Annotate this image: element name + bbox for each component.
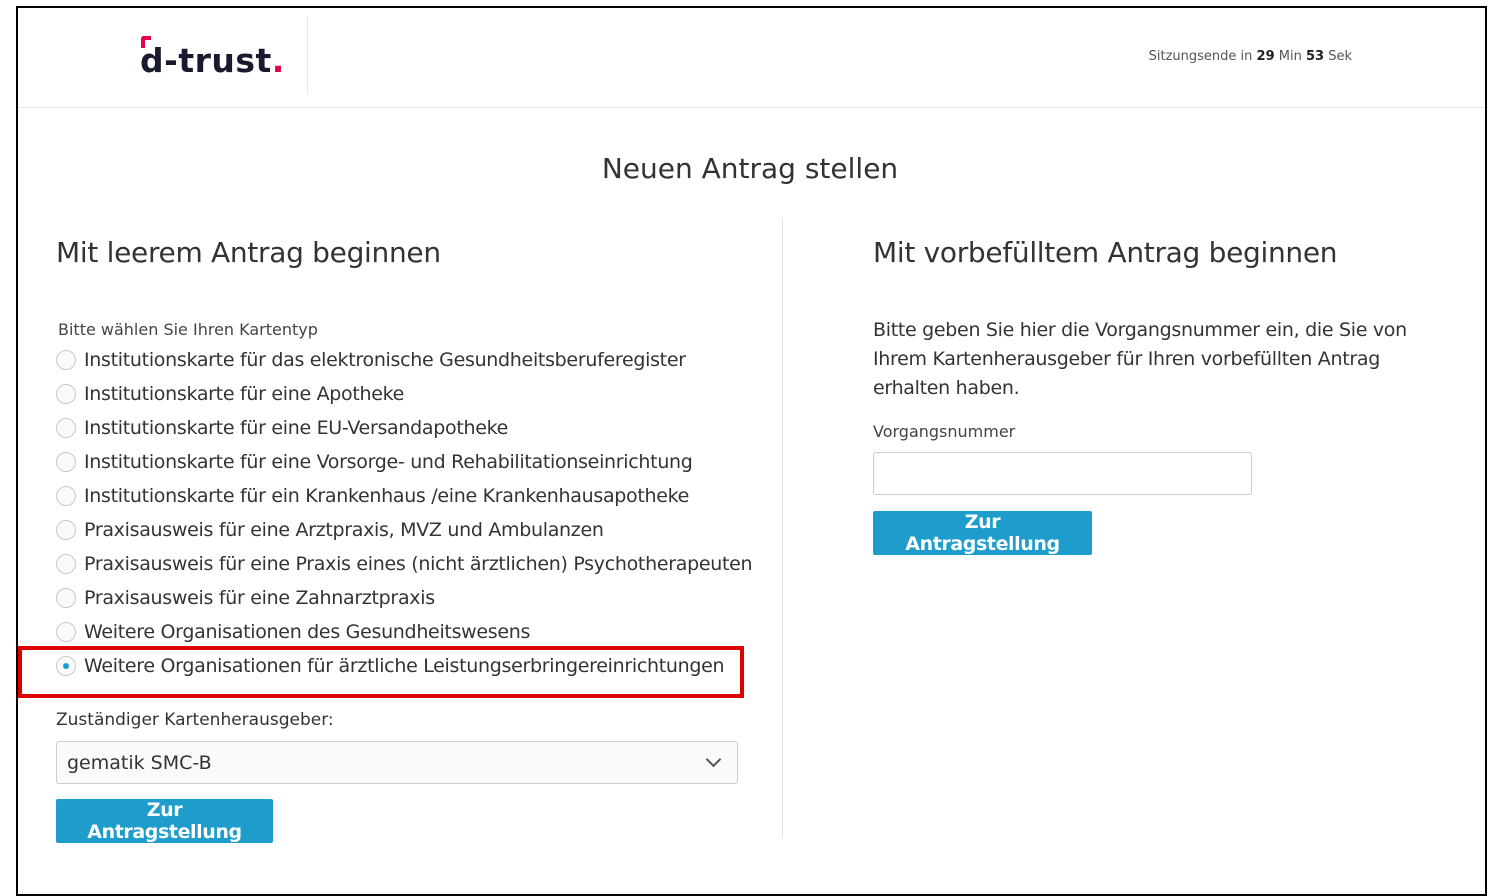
radio-unchecked-icon[interactable]: [56, 350, 76, 370]
prefilled-application-section: Mit vorbefülltem Antrag beginnen Bitte g…: [873, 236, 1443, 555]
card-type-option[interactable]: Institutionskarte für ein Krankenhaus /e…: [56, 479, 752, 513]
issuer-selected-value: gematik SMC-B: [67, 751, 212, 774]
session-timer: Sitzungsende in 29 Min 53 Sek: [1149, 49, 1352, 64]
case-number-label: Vorgangsnummer: [873, 422, 1016, 441]
session-prefix: Sitzungsende in: [1148, 49, 1253, 64]
card-type-options: Institutionskarte für das elektronische …: [56, 343, 753, 683]
start-prefilled-application-button[interactable]: Zur Antragstellung: [873, 511, 1092, 555]
card-type-option-label: Institutionskarte für eine Apotheke: [84, 383, 405, 405]
card-type-option[interactable]: Praxisausweis für eine Arztpraxis, MVZ u…: [56, 513, 752, 547]
logo-area: d-trust.: [18, 16, 308, 94]
card-type-option-label: Weitere Organisationen des Gesundheitswe…: [84, 621, 531, 643]
issuer-select[interactable]: gematik SMC-B: [56, 741, 738, 784]
radio-unchecked-icon[interactable]: [56, 520, 76, 540]
card-type-option[interactable]: Praxisausweis für eine Praxis eines (nic…: [56, 547, 753, 581]
card-type-option-label: Institutionskarte für eine Vorsorge- und…: [84, 451, 693, 473]
card-type-option[interactable]: Institutionskarte für eine EU-Versandapo…: [56, 411, 752, 445]
card-type-option-label: Praxisausweis für eine Praxis eines (nic…: [84, 553, 753, 575]
session-min-label: Min: [1278, 49, 1302, 64]
card-type-option[interactable]: Weitere Organisationen des Gesundheitswe…: [56, 615, 752, 649]
card-type-option[interactable]: Institutionskarte für eine Vorsorge- und…: [56, 445, 752, 479]
session-seconds: 53: [1305, 49, 1325, 64]
issuer-label: Zuständiger Kartenherausgeber:: [56, 710, 334, 730]
card-type-option-label: Praxisausweis für eine Arztpraxis, MVZ u…: [84, 519, 604, 541]
page-frame: d-trust. Sitzungsende in 29 Min 53 Sek N…: [16, 6, 1487, 896]
radio-unchecked-icon[interactable]: [56, 554, 76, 574]
card-type-option-label: Institutionskarte für das elektronische …: [84, 349, 686, 371]
card-type-radio-group: Bitte wählen Sie Ihren Kartentyp Institu…: [56, 320, 753, 683]
card-type-option-label: Institutionskarte für eine EU-Versandapo…: [84, 417, 509, 439]
case-number-input[interactable]: [873, 452, 1252, 495]
d-trust-logo[interactable]: d-trust.: [140, 44, 285, 77]
selection-highlight-box: [18, 646, 744, 698]
session-sec-label: Sek: [1328, 49, 1352, 64]
start-empty-application-button[interactable]: Zur Antragstellung: [56, 799, 273, 843]
card-type-option[interactable]: Institutionskarte für eine Apotheke: [56, 377, 752, 411]
logo-dot: .: [271, 41, 285, 80]
radio-unchecked-icon[interactable]: [56, 622, 76, 642]
radio-unchecked-icon[interactable]: [56, 588, 76, 608]
card-type-option[interactable]: Praxisausweis für eine Zahnarztpraxis: [56, 581, 752, 615]
column-divider: [782, 218, 783, 838]
logo-text: d-trust: [140, 41, 272, 80]
card-type-option-label: Praxisausweis für eine Zahnarztpraxis: [84, 587, 435, 609]
radio-unchecked-icon[interactable]: [56, 418, 76, 438]
empty-application-section: Mit leerem Antrag beginnen Bitte wählen …: [18, 236, 753, 843]
header: d-trust. Sitzungsende in 29 Min 53 Sek: [18, 8, 1485, 108]
chevron-down-icon: [705, 751, 722, 768]
page-title: Neuen Antrag stellen: [601, 152, 899, 185]
card-type-option[interactable]: Institutionskarte für das elektronische …: [56, 343, 752, 377]
radio-unchecked-icon[interactable]: [56, 384, 76, 404]
radio-unchecked-icon[interactable]: [56, 452, 76, 472]
session-minutes: 29: [1256, 49, 1275, 64]
prefilled-description: Bitte geben Sie hier die Vorgangsnummer …: [873, 319, 1407, 399]
card-type-option-label: Institutionskarte für ein Krankenhaus /e…: [84, 485, 690, 507]
prefilled-application-heading: Mit vorbefülltem Antrag beginnen: [873, 236, 1338, 269]
card-type-label: Bitte wählen Sie Ihren Kartentyp: [58, 320, 318, 339]
empty-application-heading: Mit leerem Antrag beginnen: [56, 236, 441, 269]
radio-unchecked-icon[interactable]: [56, 486, 76, 506]
